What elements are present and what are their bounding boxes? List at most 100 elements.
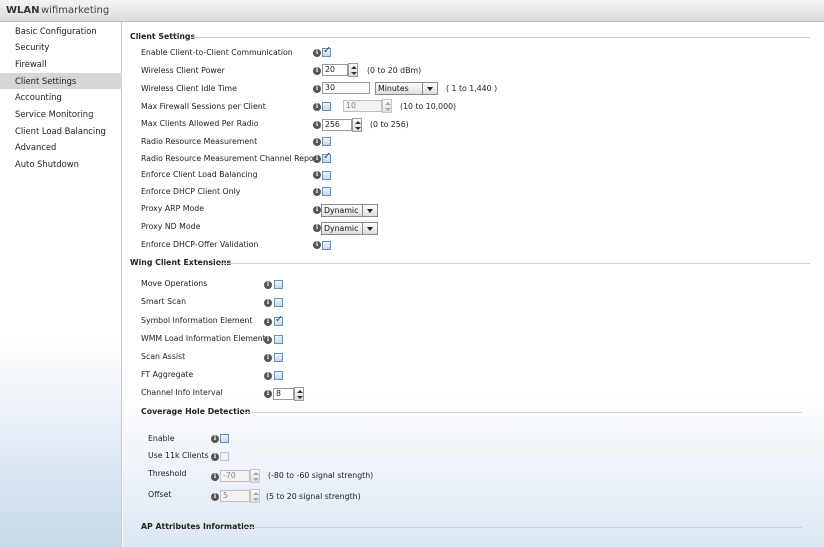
info-icon[interactable]: i	[211, 473, 219, 481]
offset-input[interactable]: 5	[220, 490, 250, 502]
sidebar-item-accounting[interactable]: Accounting	[0, 89, 122, 105]
rrm-label: Radio Resource Measurement	[141, 137, 258, 146]
coverage-enable-label: Enable	[148, 434, 175, 443]
section-divider	[245, 527, 802, 528]
max-clients-label: Max Clients Allowed Per Radio	[141, 119, 259, 128]
symbol-ie-label: Symbol Information Element	[141, 316, 253, 325]
stepper-up-icon	[297, 390, 303, 393]
rrm-checkbox[interactable]	[322, 137, 331, 146]
offset-stepper[interactable]	[250, 489, 260, 503]
fw-sessions-checkbox[interactable]	[322, 102, 331, 111]
rrm-channel-checkbox[interactable]: ✓	[322, 152, 331, 163]
move-ops-checkbox[interactable]	[274, 280, 283, 289]
ap-attr-section-title: AP Attributes Information	[141, 522, 255, 531]
load-bal-checkbox[interactable]	[322, 171, 331, 180]
c2c-checkbox[interactable]: ✓	[322, 45, 332, 57]
info-icon[interactable]: i	[264, 281, 272, 289]
fw-sessions-stepper[interactable]	[382, 99, 392, 113]
sidebar-item-advanced[interactable]: Advanced	[0, 139, 122, 155]
info-icon[interactable]: i	[313, 138, 321, 146]
info-icon[interactable]: i	[264, 318, 272, 326]
wing-section-title: Wing Client Extensions	[130, 258, 232, 267]
info-icon[interactable]: i	[313, 49, 321, 57]
sidebar-item-service-monitoring[interactable]: Service Monitoring	[0, 106, 122, 122]
power-input[interactable]: 20	[322, 64, 348, 76]
power-stepper[interactable]	[348, 63, 358, 77]
symbol-ie-checkbox[interactable]: ✓	[274, 314, 284, 326]
main-panel: Client Settings Enable Client-to-Client …	[123, 22, 824, 547]
proxy-nd-label: Proxy ND Mode	[141, 222, 201, 231]
title-name: wifimarketing	[41, 5, 110, 16]
info-icon[interactable]: i	[264, 372, 272, 380]
proxy-arp-select[interactable]: Dynamic	[321, 204, 378, 217]
info-icon[interactable]: i	[211, 435, 219, 443]
proxy-arp-label: Proxy ARP Mode	[141, 204, 205, 213]
info-icon[interactable]: i	[264, 390, 272, 398]
stepper-up-icon	[253, 492, 259, 495]
info-icon[interactable]: i	[313, 224, 321, 232]
sidebar-item-auto-shutdown[interactable]: Auto Shutdown	[0, 156, 122, 172]
coverage-enable-checkbox[interactable]	[220, 434, 229, 443]
idle-unit-value: Minutes	[378, 84, 409, 93]
sidebar-item-basic-configuration[interactable]: Basic Configuration	[0, 23, 122, 39]
smart-scan-checkbox[interactable]	[274, 298, 283, 307]
info-icon[interactable]: i	[313, 103, 321, 111]
idle-input[interactable]: 30	[322, 82, 370, 94]
dropdown-arrow-icon	[362, 205, 377, 216]
use11k-checkbox[interactable]	[220, 452, 229, 461]
ft-aggregate-checkbox[interactable]	[274, 371, 283, 380]
threshold-label: Threshold	[148, 469, 187, 478]
info-icon[interactable]: i	[313, 241, 321, 249]
sidebar-item-client-settings[interactable]: Client Settings	[0, 73, 122, 89]
threshold-input[interactable]: -70	[220, 470, 250, 482]
sidebar-item-firewall[interactable]: Firewall	[0, 56, 122, 72]
power-label: Wireless Client Power	[141, 66, 225, 75]
info-icon[interactable]: i	[264, 299, 272, 307]
wmm-load-checkbox[interactable]	[274, 335, 283, 344]
dhcp-only-checkbox[interactable]	[322, 187, 331, 196]
proxy-nd-value: Dynamic	[324, 224, 359, 233]
info-icon[interactable]: i	[313, 155, 321, 163]
info-icon[interactable]: i	[313, 206, 321, 214]
check-icon: ✓	[323, 45, 332, 56]
stepper-down-icon	[253, 478, 259, 481]
fw-sessions-label: Max Firewall Sessions per Client	[141, 102, 266, 111]
smart-scan-label: Smart Scan	[141, 297, 187, 306]
fw-sessions-input[interactable]: 10	[343, 100, 382, 112]
info-icon[interactable]: i	[264, 336, 272, 344]
max-clients-hint: (0 to 256)	[370, 120, 409, 129]
proxy-arp-value: Dynamic	[324, 206, 359, 215]
scan-assist-checkbox[interactable]	[274, 353, 283, 362]
channel-info-stepper[interactable]	[294, 387, 304, 401]
proxy-nd-select[interactable]: Dynamic	[321, 222, 378, 235]
fw-sessions-hint: (10 to 10,000)	[400, 102, 457, 111]
ft-aggregate-label: FT Aggregate	[141, 370, 194, 379]
info-icon[interactable]: i	[313, 85, 321, 93]
info-icon[interactable]: i	[313, 188, 321, 196]
dropdown-arrow-icon	[362, 223, 377, 234]
window-title-bar: WLAN wifimarketing	[0, 0, 824, 22]
max-clients-stepper[interactable]	[352, 118, 362, 132]
idle-unit-select[interactable]: Minutes	[375, 82, 438, 95]
dhcp-offer-checkbox[interactable]	[322, 241, 331, 250]
info-icon[interactable]: i	[211, 493, 219, 501]
channel-info-input[interactable]: 8	[273, 388, 294, 400]
stepper-down-icon	[355, 127, 361, 130]
coverage-section-title: Coverage Hole Detection	[141, 407, 251, 416]
info-icon[interactable]: i	[264, 354, 272, 362]
info-icon[interactable]: i	[313, 121, 321, 129]
threshold-stepper[interactable]	[250, 469, 260, 483]
max-clients-input[interactable]: 256	[322, 119, 352, 131]
info-icon[interactable]: i	[313, 67, 321, 75]
rrm-channel-label: Radio Resource Measurement Channel Repor…	[141, 154, 320, 163]
stepper-up-icon	[253, 472, 259, 475]
sidebar-item-client-load-balancing[interactable]: Client Load Balancing	[0, 123, 122, 139]
stepper-down-icon	[297, 396, 303, 399]
sidebar-item-security[interactable]: Security	[0, 39, 122, 55]
stepper-up-icon	[385, 102, 391, 105]
section-divider	[243, 412, 802, 413]
check-icon: ✓	[275, 314, 284, 325]
info-icon[interactable]: i	[211, 453, 219, 461]
sidebar-nav: Basic Configuration Security Firewall Cl…	[0, 22, 122, 547]
info-icon[interactable]: i	[313, 171, 321, 179]
